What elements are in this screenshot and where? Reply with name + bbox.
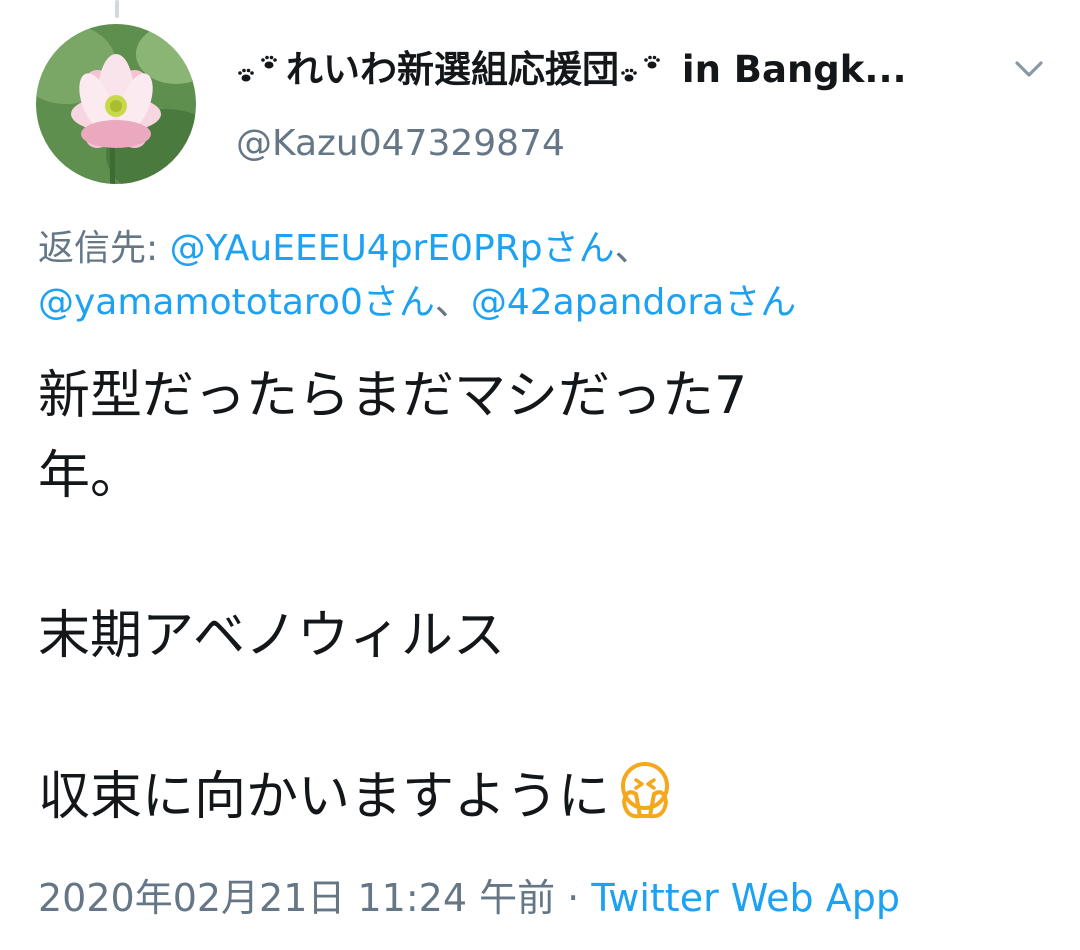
- mention-link[interactable]: @yamamototaro0さん: [38, 282, 435, 323]
- source-link[interactable]: Twitter Web App: [591, 876, 900, 920]
- tweet-meta: 2020年02月21日 11:24 午前 · Twitter Web App: [38, 870, 900, 926]
- face-in-hands-emoji-icon: [621, 762, 670, 819]
- display-name[interactable]: れいわ新選組応援団 in Bangk...: [236, 42, 976, 98]
- tweet-text-line: 末期アベノウィルス: [38, 606, 505, 666]
- mention-link[interactable]: @42apandoraさん: [471, 282, 796, 323]
- thread-connector-line: [115, 0, 119, 18]
- reply-prefix: 返信先:: [38, 228, 170, 269]
- display-name-text: れいわ新選組応援団: [286, 48, 619, 91]
- tweet-text-line: 新型だったらまだマシだった7: [38, 366, 748, 426]
- reply-to-line: 返信先: @YAuEEEU4prE0PRpさん、 @yamamototaro0さん…: [38, 222, 1038, 330]
- tweet-text-line: 年。: [38, 446, 143, 506]
- tweet-body: 新型だったらまだマシだった7 年。 末期アベノウィルス 収束に向かいますように: [38, 356, 1048, 837]
- paw-prints-icon: [621, 55, 660, 82]
- paw-prints-icon: [238, 55, 277, 82]
- mention-link[interactable]: @YAuEEEU4prE0PRpさん: [170, 228, 615, 269]
- avatar[interactable]: [36, 24, 196, 184]
- display-name-suffix: in Bangk...: [669, 48, 907, 91]
- reply-separator: 、: [614, 228, 651, 269]
- timestamp[interactable]: 2020年02月21日 11:24 午前: [38, 876, 555, 920]
- meta-separator: ·: [555, 876, 592, 920]
- reply-separator: 、: [434, 282, 471, 323]
- chevron-down-icon[interactable]: [1012, 52, 1046, 86]
- tweet-text-line: 収束に向かいますように: [38, 767, 611, 827]
- user-handle[interactable]: @Kazu047329874: [236, 118, 565, 170]
- tweet-text-line-last: 収束に向かいますように: [38, 756, 1048, 837]
